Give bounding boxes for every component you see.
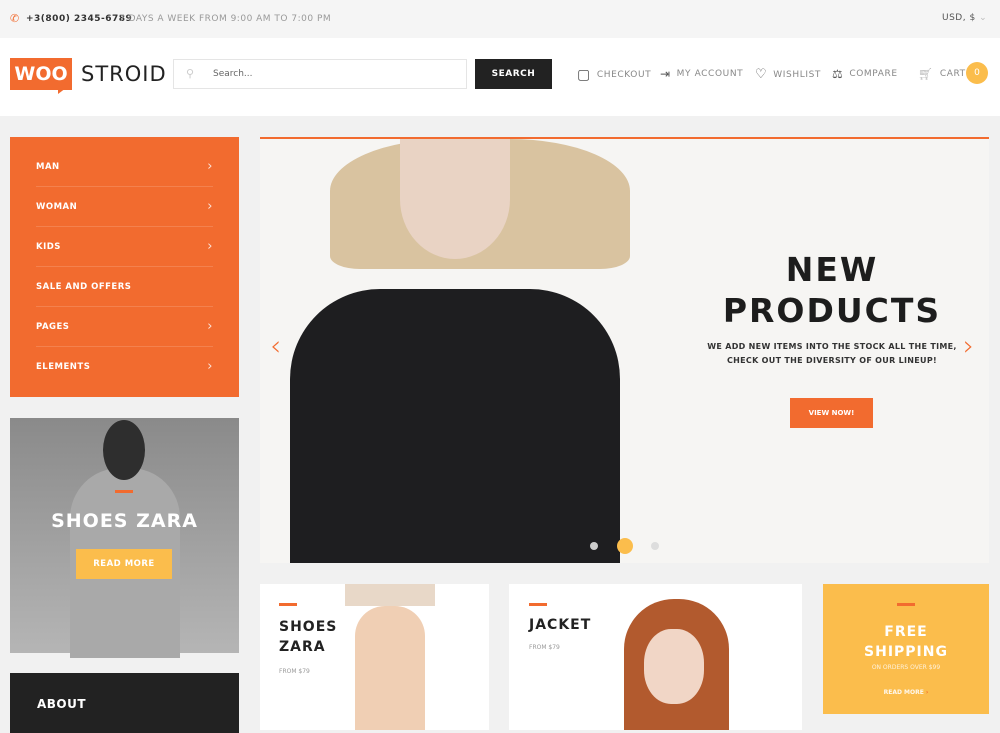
- about-section: ABOUT: [10, 673, 239, 733]
- account-label: MY ACCOUNT: [676, 69, 744, 79]
- slide-dot-2-active[interactable]: [617, 538, 633, 554]
- business-hours: 7 DAYS A WEEK FROM 9:00 AM TO 7:00 PM: [119, 14, 332, 24]
- hero-desc-line1: WE ADD NEW ITEMS INTO THE STOCK ALL THE …: [707, 342, 957, 351]
- chevron-right-icon: ›: [207, 199, 213, 214]
- promo-card-shoes[interactable]: SHOES ZARA FROM $79: [260, 584, 489, 730]
- currency-value: USD, $: [942, 13, 976, 23]
- view-now-button[interactable]: VIEW NOW!: [790, 398, 873, 428]
- menu-label: MAN: [36, 162, 60, 172]
- search-button[interactable]: SEARCH: [475, 59, 552, 89]
- logo[interactable]: WOO: [10, 58, 72, 90]
- hero-title-line2: PRODUCTS: [722, 291, 942, 330]
- compare-label: COMPARE: [849, 69, 898, 79]
- card-title-line2: SHIPPING: [864, 644, 948, 660]
- menu-label: SALE AND OFFERS: [36, 282, 132, 292]
- menu-item-sale[interactable]: SALE AND OFFERS: [36, 267, 213, 307]
- checkout-link[interactable]: ▢ CHECKOUT: [577, 67, 651, 83]
- slide-dot-1[interactable]: [590, 542, 598, 550]
- chevron-down-icon: ⌄: [979, 13, 988, 23]
- hero-title: NEW PRODUCTS: [705, 249, 959, 331]
- about-title: ABOUT: [37, 697, 87, 711]
- wishlist-label: WISHLIST: [773, 69, 821, 80]
- cart-label: CART: [939, 69, 966, 79]
- slide-dot-3[interactable]: [651, 542, 659, 550]
- card-title: SHOES ZARA: [279, 617, 337, 657]
- next-slide-arrow[interactable]: ›: [963, 329, 974, 362]
- sign-in-icon: ⇥: [660, 67, 671, 81]
- phone-number: +3(800) 2345-6789: [26, 14, 133, 24]
- skirt-image: [345, 584, 435, 606]
- category-menu: MAN › WOMAN › KIDS › SALE AND OFFERS PAGES ›…: [10, 137, 239, 397]
- menu-item-woman[interactable]: WOMAN ›: [36, 187, 213, 227]
- wishlist-link[interactable]: ♡ WISHLIST: [755, 67, 821, 82]
- chevron-right-icon: ›: [207, 359, 213, 374]
- menu-item-elements[interactable]: ELEMENTS ›: [36, 347, 213, 387]
- card-title-line2: ZARA: [279, 639, 326, 655]
- checkout-label: CHECKOUT: [596, 70, 652, 80]
- hero-slider: ‹ › NEW PRODUCTS WE ADD NEW ITEMS INTO T…: [260, 137, 989, 563]
- cart-link[interactable]: 🛒︎ CART: [918, 67, 966, 81]
- legs-image: [355, 606, 425, 730]
- model-hair: [103, 420, 145, 480]
- search-placeholder: Search...: [213, 69, 253, 79]
- read-more-label: READ MORE: [883, 689, 924, 696]
- my-account-link[interactable]: ⇥ MY ACCOUNT: [660, 67, 743, 81]
- chevron-right-icon: ›: [207, 159, 213, 174]
- card-title: JACKET: [529, 617, 592, 633]
- menu-label: KIDS: [36, 242, 61, 252]
- scales-icon: ⚖: [832, 67, 844, 81]
- compare-link[interactable]: ⚖ COMPARE: [832, 67, 898, 81]
- accent-dash: [115, 490, 133, 493]
- promo-card-jacket[interactable]: JACKET FROM $79: [509, 584, 802, 730]
- hero-title-line1: NEW: [785, 250, 879, 289]
- heart-icon: ♡: [755, 67, 768, 82]
- arrow-right-icon: ›: [925, 689, 929, 696]
- prev-slide-arrow[interactable]: ‹: [270, 329, 281, 362]
- promo-title: SHOES ZARA: [51, 510, 198, 532]
- chevron-right-icon: ›: [207, 319, 213, 334]
- menu-item-kids[interactable]: KIDS ›: [36, 227, 213, 267]
- top-bar: ✆ +3(800) 2345-6789 7 DAYS A WEEK FROM 9…: [0, 0, 1000, 38]
- cart-icon: 🛒︎: [918, 67, 934, 81]
- phone-icon: ✆: [10, 12, 20, 25]
- search-icon: ⚲: [186, 67, 195, 80]
- card-price: FROM $79: [279, 668, 310, 675]
- accent-dash: [897, 603, 915, 606]
- card-price: FROM $79: [529, 644, 560, 651]
- card-subtitle: ON ORDERS OVER $99: [871, 664, 941, 671]
- model-face: [644, 629, 704, 704]
- accent-dash: [279, 603, 297, 606]
- menu-item-pages[interactable]: PAGES ›: [36, 307, 213, 347]
- currency-selector[interactable]: USD, $ ⌄: [942, 13, 987, 23]
- hero-description: WE ADD NEW ITEMS INTO THE STOCK ALL THE …: [705, 340, 959, 368]
- menu-label: ELEMENTS: [36, 362, 91, 372]
- cart-count-badge: 0: [966, 62, 988, 84]
- model-face: [400, 139, 510, 259]
- hero-model-image: [290, 289, 620, 563]
- hero-desc-line2: CHECK OUT THE DIVERSITY OF OUR LINEUP!: [727, 356, 937, 365]
- side-promo-banner[interactable]: SHOES ZARA READ MORE: [10, 418, 239, 658]
- read-more-button[interactable]: READ MORE: [76, 549, 172, 579]
- card-title-line1: SHOES: [279, 619, 338, 635]
- search-input[interactable]: ⚲ Search...: [173, 59, 467, 89]
- card-title: FREE SHIPPING: [823, 622, 989, 662]
- logo-tail: [58, 88, 66, 94]
- accent-dash: [529, 603, 547, 606]
- read-more-link[interactable]: READ MORE ›: [823, 689, 989, 696]
- chevron-right-icon: ›: [207, 239, 213, 254]
- logo-text[interactable]: STROID: [81, 62, 167, 86]
- menu-label: WOMAN: [36, 202, 78, 212]
- clipboard-icon: ▢: [577, 67, 591, 83]
- menu-item-man[interactable]: MAN ›: [36, 147, 213, 187]
- menu-label: PAGES: [36, 322, 70, 332]
- free-shipping-card[interactable]: FREE SHIPPING ON ORDERS OVER $99 READ MO…: [823, 584, 989, 714]
- card-title-line1: FREE: [884, 624, 928, 640]
